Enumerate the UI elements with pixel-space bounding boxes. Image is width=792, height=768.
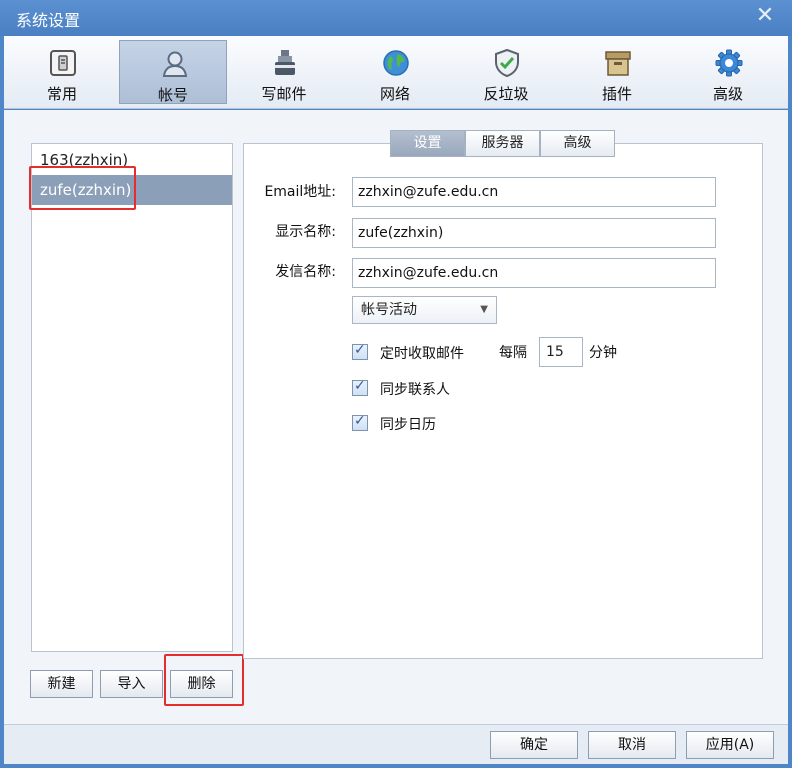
minutes-label: 分钟 [589, 345, 617, 361]
category-toolbar: 常用 帐号 写邮件 网络 反垃圾 插件 高级 [4, 36, 788, 109]
tab-antispam-label: 反垃圾 [483, 85, 529, 103]
tab-network-label: 网络 [379, 85, 410, 103]
interval-input[interactable]: 15 [539, 337, 583, 367]
fetch-timer-label: 定时收取邮件 [380, 346, 464, 362]
delete-account-button[interactable]: 删除 [170, 670, 233, 698]
shield-check-icon [495, 48, 519, 78]
content-area: 163(zzhxin) zufe(zzhxin) 新建 导入 删除 设置 服务器… [4, 110, 788, 724]
tab-general-label: 常用 [46, 85, 77, 103]
tab-network[interactable]: 网络 [341, 40, 449, 104]
check-icon: ✓ [354, 342, 366, 358]
tab-advanced[interactable]: 高级 [674, 40, 782, 104]
cancel-button[interactable]: 取消 [588, 731, 676, 759]
ok-button[interactable]: 确定 [490, 731, 578, 759]
settings-window: 系统设置 ✕ 常用 帐号 写邮件 网络 反垃圾 插件 高级 163(zzhxin… [0, 0, 792, 768]
sync-calendar-checkbox[interactable]: ✓ [352, 413, 368, 431]
display-name-field[interactable]: zufe(zzhxin) [352, 218, 716, 248]
email-field[interactable]: zzhxin@zufe.edu.cn [352, 177, 716, 207]
display-name-label: 显示名称: [275, 224, 336, 240]
account-status-select[interactable]: 帐号活动 ▼ [352, 296, 497, 324]
window-title: 系统设置 [16, 11, 81, 30]
fetch-timer-checkbox[interactable]: ✓ [352, 342, 368, 360]
account-status-value: 帐号活动 [361, 302, 417, 318]
tab-account[interactable]: 帐号 [119, 40, 227, 104]
archive-box-icon [605, 51, 631, 76]
gear-icon [715, 49, 743, 77]
switch-icon [50, 50, 76, 76]
subtab-server[interactable]: 服务器 [465, 130, 540, 157]
subtab-settings[interactable]: 设置 [390, 130, 465, 157]
close-icon[interactable]: ✕ [754, 4, 776, 28]
dialog-footer: 确定 取消 应用(A) [4, 724, 788, 764]
apply-button[interactable]: 应用(A) [686, 731, 774, 759]
subtab-advanced[interactable]: 高级 [540, 130, 615, 157]
check-icon: ✓ [354, 378, 366, 394]
new-account-button[interactable]: 新建 [30, 670, 93, 698]
sender-name-field[interactable]: zzhxin@zufe.edu.cn [352, 258, 716, 288]
tab-plugins[interactable]: 插件 [563, 40, 671, 104]
tab-general[interactable]: 常用 [8, 40, 116, 104]
sender-name-label: 发信名称: [275, 264, 336, 280]
user-icon [162, 51, 188, 77]
every-label: 每隔 [499, 345, 527, 361]
check-icon: ✓ [354, 413, 366, 429]
import-account-button[interactable]: 导入 [100, 670, 163, 698]
globe-icon [383, 50, 409, 76]
tab-plugins-label: 插件 [601, 85, 632, 103]
tab-compose-label: 写邮件 [261, 85, 307, 103]
tab-advanced-label: 高级 [712, 85, 743, 103]
tab-antispam[interactable]: 反垃圾 [452, 40, 560, 104]
email-label: Email地址: [264, 184, 336, 200]
sync-calendar-label: 同步日历 [380, 417, 436, 433]
tab-compose[interactable]: 写邮件 [230, 40, 338, 104]
account-list[interactable]: 163(zzhxin) zufe(zzhxin) [31, 143, 233, 652]
title-bar[interactable]: 系统设置 ✕ [0, 0, 792, 36]
list-item[interactable]: 163(zzhxin) [32, 145, 232, 175]
chevron-down-icon: ▼ [480, 304, 488, 315]
tab-account-label: 帐号 [157, 86, 188, 104]
sync-contacts-checkbox[interactable]: ✓ [352, 378, 368, 396]
sync-contacts-label: 同步联系人 [380, 382, 450, 398]
list-item[interactable]: zufe(zzhxin) [32, 175, 232, 205]
ink-bottle-icon [275, 50, 295, 75]
